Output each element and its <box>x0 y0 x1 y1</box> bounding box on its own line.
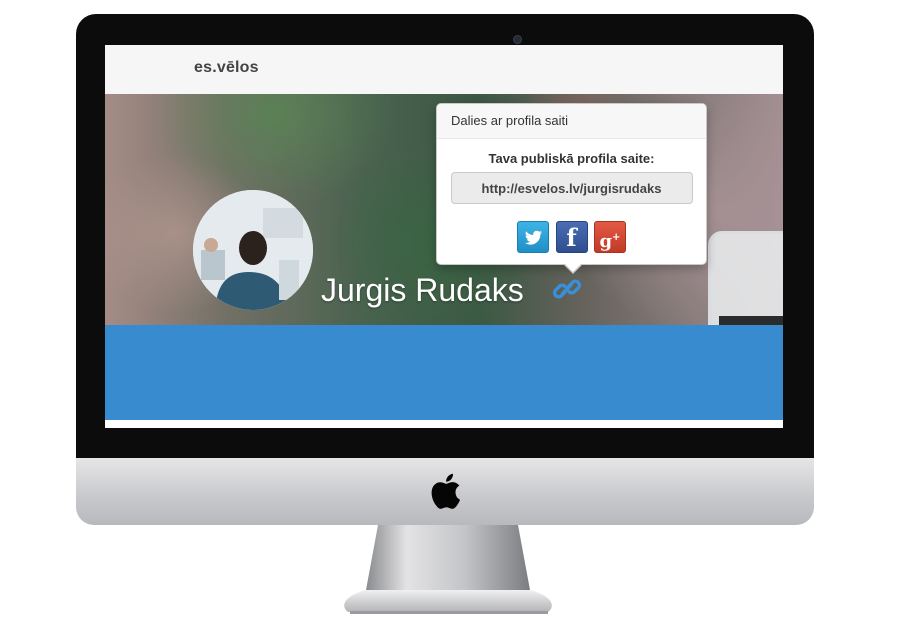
popover-title: Dalies ar profila saiti <box>437 104 706 139</box>
twitter-icon <box>525 230 543 245</box>
share-link-icon[interactable] <box>552 274 582 304</box>
twitter-share-button[interactable] <box>517 221 550 253</box>
popover-arrow <box>563 263 583 274</box>
share-buttons: f g+ <box>437 221 706 255</box>
google-plus-icon: g+ <box>599 231 621 252</box>
facebook-share-button[interactable]: f <box>555 221 588 253</box>
avatar <box>193 190 313 310</box>
top-navbar: es.vēlos <box>105 45 783 95</box>
profile-name: Jurgis Rudaks <box>321 272 524 308</box>
apple-logo-icon <box>431 473 460 509</box>
cover-laptop-image <box>708 231 783 325</box>
share-popover: Dalies ar profila saiti Tava publiskā pr… <box>436 103 707 274</box>
brand-logo[interactable]: es.vēlos <box>194 59 259 77</box>
profile-url-field[interactable] <box>450 172 693 204</box>
screen-bottom-strip <box>105 420 783 428</box>
facebook-icon: f <box>566 223 577 252</box>
profile-content-band <box>105 325 783 420</box>
camera-icon <box>513 35 522 44</box>
google-plus-share-button[interactable]: g+ <box>593 221 626 253</box>
website-screen: es.vēlos Jurgis Rudaks Dalies ar profila… <box>105 45 783 428</box>
avatar-photo <box>193 190 313 310</box>
profile-link-heading: Tava publiskā profila saite: <box>488 151 655 166</box>
